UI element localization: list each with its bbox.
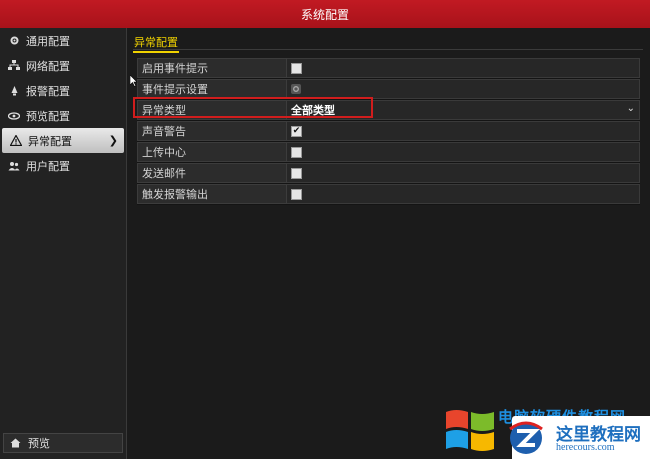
tab-divider xyxy=(133,49,643,50)
table-row: 触发报警输出 xyxy=(137,184,640,205)
table-row: 发送邮件 xyxy=(137,163,640,184)
sidebar-item-label: 报警配置 xyxy=(26,84,70,98)
table-row: 上传中心 xyxy=(137,142,640,163)
chevron-right-icon: ❯ xyxy=(108,134,118,147)
windows-logo-icon xyxy=(446,410,494,451)
users-icon xyxy=(8,160,20,172)
row-value xyxy=(287,142,640,162)
annotation-highlight-box xyxy=(133,97,373,118)
row-label: 上传中心 xyxy=(137,142,287,162)
row-value xyxy=(287,79,640,99)
warning-icon xyxy=(10,135,22,147)
tab-exception-config[interactable]: 异常配置 xyxy=(133,34,179,53)
title-bar: 系统配置 xyxy=(0,0,650,28)
sound-warning-checkbox[interactable]: ✔ xyxy=(291,125,302,137)
table-row: 启用事件提示 xyxy=(137,58,640,79)
main-panel: 异常配置 启用事件提示 事件提示设置 异常类型 全部类型 ⌄ 声音警告 ✔ 上传… xyxy=(127,28,650,459)
watermark-domain: herecours.com xyxy=(556,442,615,453)
row-label: 事件提示设置 xyxy=(137,79,287,99)
row-label: 启用事件提示 xyxy=(137,58,287,78)
chevron-down-icon: ⌄ xyxy=(626,103,635,114)
home-icon xyxy=(10,438,22,448)
row-label: 声音警告 xyxy=(137,121,287,141)
gear-icon xyxy=(293,86,299,92)
event-hint-settings-button[interactable] xyxy=(291,84,301,94)
settings-table: 启用事件提示 事件提示设置 异常类型 全部类型 ⌄ 声音警告 ✔ 上传中心 发送… xyxy=(137,58,640,205)
watermark-badge: 这里教程网 herecours.com xyxy=(509,416,650,459)
sidebar-item-users[interactable]: 用户配置 xyxy=(0,153,126,178)
sidebar-item-label: 用户配置 xyxy=(26,159,70,173)
upload-center-checkbox[interactable] xyxy=(291,146,302,158)
table-row: 声音警告 ✔ xyxy=(137,121,640,142)
sidebar-item-label: 网络配置 xyxy=(26,59,70,73)
sidebar-item-exception[interactable]: 异常配置 ❯ xyxy=(2,128,124,153)
sidebar-item-preview[interactable]: 预览配置 xyxy=(0,103,126,128)
row-value xyxy=(287,184,640,204)
window-title: 系统配置 xyxy=(300,7,349,22)
preview-button[interactable]: 预览 xyxy=(3,433,123,453)
row-value xyxy=(287,163,640,183)
mouse-cursor-icon xyxy=(130,75,138,87)
sidebar-item-general[interactable]: 通用配置 xyxy=(0,28,126,53)
row-label: 触发报警输出 xyxy=(137,184,287,204)
enable-event-hint-checkbox[interactable] xyxy=(291,62,302,74)
gear-icon xyxy=(8,35,20,47)
watermark: 电脑软硬件教程网 这里教程网 herecours.com xyxy=(444,402,650,459)
eye-icon xyxy=(8,110,20,122)
sidebar-item-alarm[interactable]: 报警配置 xyxy=(0,78,126,103)
trigger-alarm-output-checkbox[interactable] xyxy=(291,188,302,200)
sidebar: 通用配置 网络配置 报警配置 预览配置 异常配置 ❯ 用户配置 预览 xyxy=(0,28,127,459)
logo-z-icon xyxy=(509,421,543,454)
row-label: 发送邮件 xyxy=(137,163,287,183)
sidebar-item-label: 预览配置 xyxy=(26,109,70,123)
network-icon xyxy=(8,60,20,72)
sidebar-item-network[interactable]: 网络配置 xyxy=(0,53,126,78)
send-email-checkbox[interactable] xyxy=(291,167,302,179)
preview-button-label: 预览 xyxy=(28,437,50,450)
alarm-icon xyxy=(8,85,20,97)
sidebar-item-label: 异常配置 xyxy=(28,134,72,148)
row-value xyxy=(287,58,640,78)
row-value: ✔ xyxy=(287,121,640,141)
sidebar-item-label: 通用配置 xyxy=(26,34,70,48)
